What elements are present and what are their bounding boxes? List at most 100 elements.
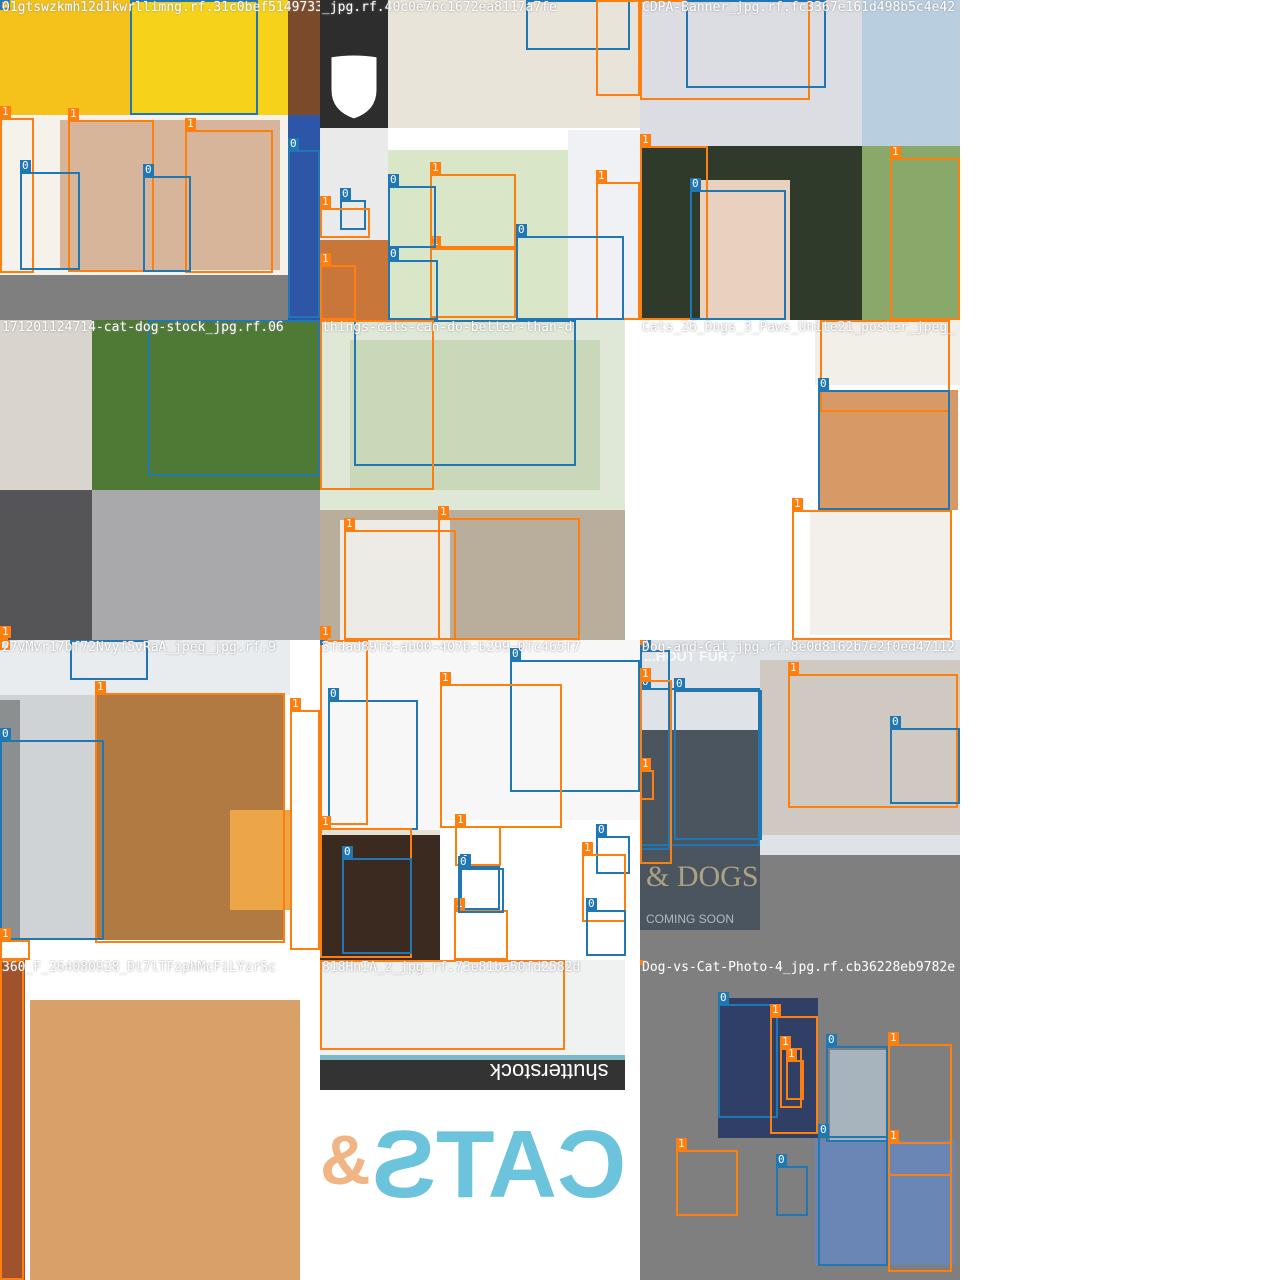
cat-bounding-box: 0	[130, 0, 258, 115]
class-label: 0	[718, 991, 729, 1004]
image-region	[862, 0, 960, 146]
cat-bounding-box: 0	[818, 378, 950, 510]
class-label: 1	[95, 680, 106, 693]
dog-bounding-box: 1	[676, 1138, 738, 1216]
dog-bounding-box: 1	[0, 960, 24, 1280]
cat-bounding-box: 0	[818, 1124, 888, 1266]
dog-bounding-box: 1	[440, 672, 562, 828]
class-label: 0	[388, 173, 399, 186]
dog-bounding-box: 1	[320, 253, 356, 320]
image-region	[0, 0, 130, 115]
class-label: 1	[344, 517, 355, 530]
cat-bounding-box: 0	[143, 164, 191, 272]
tile-filename: 360_F_264080928_Dt7lTFzphMcFiLYzrSc	[2, 960, 276, 975]
image-region	[0, 275, 288, 320]
class-label: 0	[674, 677, 685, 690]
class-label: 0	[596, 823, 607, 836]
dog-bounding-box: 1	[786, 1048, 804, 1100]
mosaic-grid: 11110000001gtswzkmh12d1kwrllimng.rf.31c0…	[0, 0, 960, 1280]
tile-filename: 27vMvr17bf72Nvyf5vRaA_jpeg_jpg.rf.9	[2, 640, 276, 655]
class-label: 1	[640, 667, 651, 680]
tile-filename: CDPA-Banner_jpg.rf.fc3367e161d498b5c4e42	[642, 0, 956, 15]
mosaic-tile: 01110001101_jpg.rf.40c0e76c1672ea8117a7f…	[320, 0, 640, 320]
poster-title-text: CATS	[372, 1111, 627, 1218]
dog-bounding-box: 1	[430, 236, 516, 318]
dog-bounding-box: 1	[888, 1130, 952, 1272]
mosaic-tile: 11110000001gtswzkmh12d1kwrllimng.rf.31c0…	[0, 0, 320, 320]
cat-bounding-box: 0	[586, 898, 626, 956]
tile-filename: 171201124714-cat-dog-stock_jpg.rf.06	[2, 320, 284, 335]
tile-filename: things-cats-can-do-better-than-d	[322, 320, 573, 335]
dog-bounding-box: 1	[185, 118, 273, 273]
dog-bounding-box: 1	[320, 640, 368, 825]
class-label: 1	[582, 841, 593, 854]
image-region	[288, 0, 320, 115]
mosaic-tile: 1shutterstockCATS&818HnIA_z_jpg.rf.73e81…	[320, 960, 640, 1280]
dog-bounding-box: 1	[320, 196, 370, 238]
class-label: 1	[786, 1047, 797, 1060]
class-label: 0	[776, 1153, 787, 1166]
image-region	[0, 490, 92, 640]
image-region	[0, 320, 92, 490]
class-label: 1	[0, 927, 11, 940]
class-label: 1	[0, 625, 11, 638]
cat-bounding-box: 0	[516, 224, 624, 320]
watermark-text: shutterstock	[490, 1059, 609, 1084]
class-label: 0	[818, 377, 829, 390]
mosaic-tile: 01111things-cats-can-do-better-than-d	[320, 320, 640, 640]
mosaic-tile: 10101CDPA-Banner_jpg.rf.fc3367e161d498b5…	[640, 0, 960, 320]
dog-bounding-box: 1	[0, 928, 30, 960]
class-label: 1	[290, 697, 301, 710]
dog-bounding-box: 1	[792, 498, 952, 640]
mosaic-tile: 101Cats_26_Dogs_3_Paws_Unite21_poster_jp…	[640, 320, 960, 640]
cat-bounding-box: 0	[20, 160, 80, 270]
class-label: 0	[458, 855, 469, 868]
dog-bounding-box: 1	[430, 162, 516, 248]
cat-bounding-box: 0	[148, 320, 320, 476]
class-label: 1	[438, 505, 449, 518]
class-label: 1	[676, 1137, 687, 1150]
class-label: 0	[340, 187, 351, 200]
class-label: 1	[185, 117, 196, 130]
poster-name-text: & DOGS	[646, 860, 759, 893]
cat-bounding-box: 0	[776, 1154, 808, 1216]
class-label: 1	[792, 497, 803, 510]
class-label: 0	[143, 163, 154, 176]
cat-bounding-box: 0	[890, 716, 960, 804]
class-label: 1	[640, 757, 651, 770]
cat-bounding-box: 0	[458, 856, 504, 913]
class-label: 0	[20, 159, 31, 172]
tile-filename: 818HnIA_z_jpg.rf.73e81ba50fd2582d	[322, 960, 581, 975]
mosaic-tile: 0 1 171201124714-cat-dog-stock_jpg.rf.06	[0, 320, 320, 640]
ampersand-text: &	[320, 1121, 371, 1199]
class-label: 0	[0, 727, 11, 740]
cat-bounding-box: 0	[388, 248, 438, 320]
class-label: 1	[320, 625, 331, 638]
mosaic-tile: 01110110011Dog-vs-Cat-Photo-4_jpg.rf.cb3…	[640, 960, 960, 1280]
dog-bounding-box: 1	[95, 681, 285, 943]
class-label: 1	[320, 252, 331, 265]
class-label: 0	[342, 845, 353, 858]
class-label: 1	[788, 661, 799, 674]
class-label: 1	[890, 145, 901, 158]
class-label: 1	[320, 815, 331, 828]
class-label: 0	[516, 223, 527, 236]
tile-filename: Dog-vs-Cat-Photo-4_jpg.rf.cb36228eb9782e	[642, 960, 956, 975]
mosaic-tile: 10000111...HOUT FUR?& DOGSCOMING SOONDog…	[640, 640, 960, 960]
dog-bounding-box: 1	[320, 320, 434, 490]
image-region	[30, 1000, 300, 1280]
class-label: 1	[888, 1031, 899, 1044]
studio-shield-logo	[328, 52, 380, 122]
class-label: 0	[818, 1123, 829, 1136]
cat-bounding-box: 0	[826, 1034, 888, 1142]
poster-release-text: COMING SOON	[646, 912, 735, 926]
class-label: 0	[288, 137, 299, 150]
class-label: 0	[890, 715, 901, 728]
mosaic-tile: 01101127vMvr17bf72Nvyf5vRaA_jpeg_jpg.rf.…	[0, 640, 320, 960]
class-label: 0	[690, 177, 701, 190]
tile-filename: Cats_26_Dogs_3_Paws_Unite21_poster_jpeg_	[642, 320, 956, 335]
class-label: 0	[388, 247, 399, 260]
dog-bounding-box: 1	[454, 898, 508, 960]
class-label: 1	[430, 161, 441, 174]
cat-bounding-box: 0	[342, 846, 412, 954]
